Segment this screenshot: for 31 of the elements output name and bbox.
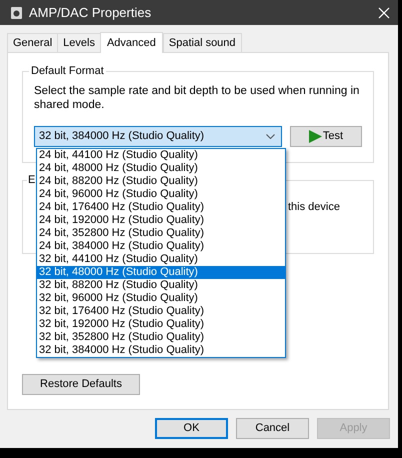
dropdown-option[interactable]: 24 bit, 176400 Hz (Studio Quality): [37, 201, 285, 214]
dropdown-option[interactable]: 24 bit, 192000 Hz (Studio Quality): [37, 214, 285, 227]
tab[interactable]: General: [7, 33, 58, 52]
option-text: this device: [288, 200, 340, 215]
dropdown-option[interactable]: 24 bit, 96000 Hz (Studio Quality): [37, 188, 285, 201]
close-icon[interactable]: [378, 6, 390, 18]
dialog-button[interactable]: OK: [155, 418, 228, 439]
dropdown-option[interactable]: 32 bit, 176400 Hz (Studio Quality): [37, 305, 285, 318]
tab[interactable]: Advanced: [100, 32, 163, 53]
dropdown-option[interactable]: 24 bit, 44100 Hz (Studio Quality): [37, 149, 285, 162]
dropdown-option[interactable]: 24 bit, 352800 Hz (Studio Quality): [37, 227, 285, 240]
test-button[interactable]: Test: [290, 126, 362, 147]
dropdown-option[interactable]: 32 bit, 384000 Hz (Studio Quality): [37, 344, 285, 357]
dropdown-option[interactable]: 32 bit, 192000 Hz (Studio Quality): [37, 318, 285, 331]
dropdown-option[interactable]: 32 bit, 88200 Hz (Studio Quality): [37, 279, 285, 292]
speaker-icon: [11, 6, 22, 18]
dropdown-option[interactable]: 32 bit, 44100 Hz (Studio Quality): [37, 253, 285, 266]
window-title: AMP/DAC Properties: [29, 4, 152, 22]
dropdown-option[interactable]: 24 bit, 48000 Hz (Studio Quality): [37, 162, 285, 175]
play-icon: [308, 130, 322, 143]
dialog-button[interactable]: Cancel: [236, 418, 309, 439]
dropdown-option[interactable]: 32 bit, 48000 Hz (Studio Quality): [37, 266, 285, 279]
format-dropdown[interactable]: 32 bit, 384000 Hz (Studio Quality): [34, 126, 282, 147]
dropdown-option[interactable]: 32 bit, 352800 Hz (Studio Quality): [37, 331, 285, 344]
dropdown-option[interactable]: 24 bit, 384000 Hz (Studio Quality): [37, 240, 285, 253]
dropdown-option[interactable]: 24 bit, 88200 Hz (Studio Quality): [37, 175, 285, 188]
restore-defaults-button[interactable]: Restore Defaults: [22, 374, 140, 395]
dropdown-option[interactable]: 32 bit, 96000 Hz (Studio Quality): [37, 292, 285, 305]
tab[interactable]: Spatial sound: [162, 33, 242, 52]
chevron-icon: [266, 134, 275, 139]
description-text: Select the sample rate and bit depth to be used when running in shared mode.: [34, 84, 360, 112]
